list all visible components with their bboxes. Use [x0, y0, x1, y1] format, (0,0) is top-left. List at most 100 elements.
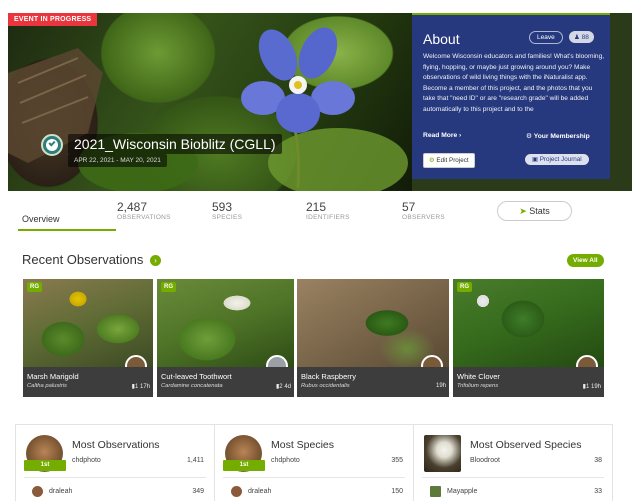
observation-photo	[297, 279, 449, 367]
project-title: 2021_Wisconsin Bioblitz (CGLL)	[68, 134, 282, 154]
scientific-name: Rubus occidentalis	[301, 383, 350, 389]
observation-card[interactable]: RG Cut-leaved Toothwort Cardamine concat…	[157, 279, 294, 397]
stat-identifiers[interactable]: 215 IDENTIFIERS	[306, 200, 350, 221]
common-name: Marsh Marigold	[27, 372, 79, 381]
id-count: 1	[134, 384, 139, 390]
observation-card[interactable]: RG White Clover Trifolium repens ▮1 19h	[453, 279, 604, 397]
read-more-link[interactable]: Read More ›	[423, 132, 461, 139]
project-cover-photo: EVENT IN PROGRESS 2021_Wisconsin Bioblit…	[8, 13, 412, 191]
project-logo-icon	[41, 134, 63, 156]
species-photo[interactable]	[424, 435, 461, 472]
view-all-button[interactable]: View All	[567, 254, 604, 267]
observation-caption: Marsh Marigold Caltha palustris ▮1 17h	[23, 367, 153, 397]
observation-photo	[157, 279, 294, 367]
stat-species[interactable]: 593 SPECIES	[212, 200, 242, 221]
divider	[223, 477, 405, 478]
observation-meta: ▮1 19h	[583, 383, 601, 390]
about-panel: About Leave ♟ 88 Welcome Wisconsin educa…	[412, 13, 610, 179]
observation-card[interactable]: Black Raspberry Rubus occidentalis 19h	[297, 279, 449, 397]
common-name: Cut-leaved Toothwort	[161, 372, 232, 381]
leaderboard-most-observations: 1st Most Observations chdphoto 1,411 dra…	[15, 424, 215, 501]
project-journal-button[interactable]: ▣ Project Journal	[525, 154, 589, 165]
active-tab-underline	[18, 229, 116, 231]
runner-up-name[interactable]: draleah	[49, 488, 72, 495]
observation-card[interactable]: RG Marsh Marigold Caltha palustris ▮1 17…	[23, 279, 153, 397]
leaderboard-title: Most Observations	[72, 439, 160, 451]
leader-name[interactable]: chdphoto	[271, 457, 300, 464]
project-dates: APR 22, 2021 - MAY 20, 2021	[68, 154, 167, 167]
lightning-icon: ➤	[519, 206, 530, 216]
member-count: 88	[581, 34, 589, 41]
common-name: Black Raspberry	[301, 372, 357, 381]
runner-up-avatar[interactable]	[32, 486, 43, 497]
journal-icon: ▣	[532, 156, 540, 163]
first-place-ribbon: 1st	[24, 460, 66, 471]
observation-age: 19h	[590, 384, 601, 390]
edit-project-button[interactable]: ⚙ Edit Project	[423, 153, 475, 168]
top-species-count: 38	[594, 457, 602, 464]
runner-up-name[interactable]: draleah	[248, 488, 271, 495]
arrow-right-icon[interactable]: ›	[150, 255, 161, 266]
leaderboard-title: Most Observed Species	[470, 439, 582, 451]
runner-up-count: 150	[391, 488, 403, 495]
divider	[24, 477, 206, 478]
scientific-name: Caltha palustris	[27, 383, 67, 389]
divider	[422, 477, 604, 478]
observation-meta: ▮2 4d	[276, 383, 291, 390]
runner-up-count: 33	[594, 488, 602, 495]
top-species-name[interactable]: Bloodroot	[470, 457, 500, 464]
observation-age: 4d	[284, 384, 291, 390]
observation-caption: White Clover Trifolium repens ▮1 19h	[453, 367, 604, 397]
stat-observations[interactable]: 2,487 OBSERVATIONS	[117, 200, 171, 221]
stats-button-label: Stats	[529, 206, 550, 216]
membership-label: Your Membership	[533, 133, 590, 140]
observation-photo	[23, 279, 153, 367]
scientific-name: Trifolium repens	[457, 383, 499, 389]
person-icon: ♟	[574, 34, 582, 41]
edit-project-label: Edit Project	[436, 157, 469, 164]
leave-button[interactable]: Leave	[529, 31, 563, 44]
scientific-name: Cardamine concatenata	[161, 383, 223, 389]
observation-caption: Cut-leaved Toothwort Cardamine concatena…	[157, 367, 294, 397]
leader-count: 1,411	[187, 457, 204, 464]
research-grade-badge: RG	[457, 282, 472, 292]
leaderboard-title: Most Species	[271, 439, 335, 451]
tab-overview[interactable]: Overview	[22, 214, 60, 224]
event-in-progress-badge: EVENT IN PROGRESS	[8, 13, 98, 26]
observation-caption: Black Raspberry Rubus occidentalis 19h	[297, 367, 449, 397]
leaderboard-most-observed-species: Most Observed Species Bloodroot 38 Mayap…	[413, 424, 613, 501]
recent-observations-title: Recent Observations	[22, 252, 144, 267]
observations-label: OBSERVATIONS	[117, 214, 171, 221]
leader-count: 355	[391, 457, 403, 464]
observation-age: 19h	[435, 383, 446, 389]
project-journal-label: Project Journal	[539, 156, 582, 163]
about-title: About	[423, 31, 460, 47]
species-count: 593	[212, 200, 233, 214]
stat-observers[interactable]: 57 OBSERVERS	[402, 200, 445, 221]
observers-count: 57	[402, 200, 416, 214]
identifiers-count: 215	[306, 200, 327, 214]
runner-up-count: 349	[192, 488, 204, 495]
observation-age: 17h	[139, 384, 150, 390]
runner-up-avatar[interactable]	[231, 486, 242, 497]
leaderboard-most-species: 1st Most Species chdphoto 355 draleah 15…	[214, 424, 414, 501]
observation-photo	[453, 279, 604, 367]
runner-up-species[interactable]: Mayapple	[447, 488, 477, 495]
observers-label: OBSERVERS	[402, 214, 446, 221]
observation-meta: ▮1 17h	[132, 383, 150, 390]
first-place-ribbon: 1st	[223, 460, 265, 471]
project-page: EVENT IN PROGRESS 2021_Wisconsin Bioblit…	[0, 0, 634, 501]
research-grade-badge: RG	[161, 282, 176, 292]
gear-icon: ⚙	[526, 133, 534, 140]
species-thumbnail[interactable]	[430, 486, 441, 497]
research-grade-badge: RG	[27, 282, 42, 292]
observations-count: 2,487	[117, 200, 148, 214]
id-count: 2	[279, 384, 283, 390]
member-count-badge[interactable]: ♟ 88	[569, 31, 594, 43]
membership-link[interactable]: ⚙ Your Membership	[526, 132, 590, 140]
about-description: Welcome Wisconsin educators and families…	[423, 53, 605, 113]
common-name: White Clover	[457, 372, 500, 381]
stats-button[interactable]: ➤ Stats	[497, 201, 572, 221]
identifiers-label: IDENTIFIERS	[306, 214, 350, 221]
leader-name[interactable]: chdphoto	[72, 457, 101, 464]
